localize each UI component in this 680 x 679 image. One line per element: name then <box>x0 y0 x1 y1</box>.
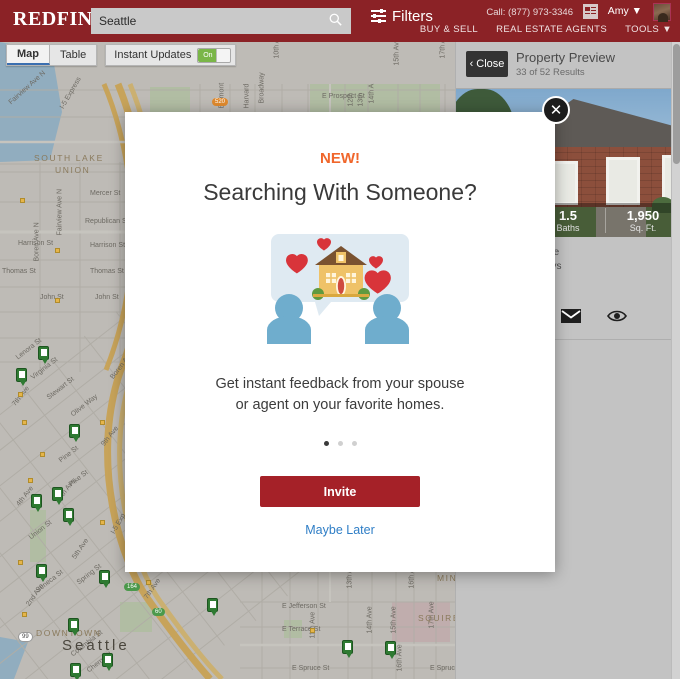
photo-window <box>606 157 640 205</box>
nav-buy-sell[interactable]: BUY & SELL <box>420 24 478 35</box>
avatar[interactable] <box>653 3 671 22</box>
search-button[interactable] <box>320 8 351 34</box>
site-header: REDFIN Filters Call: (877) 973-3346 Amy … <box>0 0 680 42</box>
instant-updates-control[interactable]: Instant Updates On <box>105 44 237 66</box>
app-root: E Prospect St10th Ave E15th Ave E17th Av… <box>0 0 680 679</box>
view-button[interactable] <box>594 303 640 331</box>
nav-tools[interactable]: TOOLS ▼ <box>625 24 672 35</box>
filters-icon <box>371 9 386 23</box>
modal-body: Get instant feedback from your spouse or… <box>125 374 555 416</box>
filters-label: Filters <box>392 8 433 25</box>
panel-results-count: 33 of 52 Results <box>516 67 585 78</box>
user-menu[interactable]: Amy ▼ <box>608 5 642 17</box>
header-nav: BUY & SELL REAL ESTATE AGENTS TOOLS ▼ <box>420 24 672 35</box>
filters-button[interactable]: Filters <box>371 8 433 25</box>
searching-with-someone-modal: ✕ NEW! Searching With Someone? Get insta… <box>125 96 570 572</box>
panel-scrollbar[interactable] <box>671 42 680 679</box>
maybe-later-link[interactable]: Maybe Later <box>125 523 555 537</box>
stat-sqft-label: Sq. Ft. <box>629 223 657 233</box>
toggle-knob <box>216 48 231 62</box>
search-icon <box>329 13 342 29</box>
carousel-dot-3[interactable] <box>351 441 357 446</box>
view-toggle-group: Map Table <box>6 44 98 66</box>
notifications-icon[interactable] <box>583 4 598 19</box>
instant-updates-state: On <box>198 48 218 62</box>
two-people-house-hearts-icon <box>267 234 409 344</box>
instant-updates-label: Instant Updates <box>114 49 192 61</box>
phone-number: Call: (877) 973-3346 <box>486 7 573 18</box>
modal-body-line-1: Get instant feedback from your spouse <box>215 376 465 392</box>
tab-table[interactable]: Table <box>50 45 96 65</box>
new-badge: NEW! <box>320 150 360 167</box>
instant-updates-toggle[interactable]: On <box>197 47 232 63</box>
redfin-logo[interactable]: REDFIN <box>13 8 93 31</box>
stat-sqft-value: 1,950 <box>626 208 660 223</box>
panel-title: Property Preview <box>516 50 615 65</box>
stat-sqft: 1,950 Sq. Ft. <box>606 208 680 233</box>
eye-icon <box>606 309 627 326</box>
nav-real-estate-agents[interactable]: REAL ESTATE AGENTS <box>496 24 607 35</box>
close-panel-button[interactable]: ‹ Close <box>466 51 508 77</box>
map-toolbar: Map Table Instant Updates On <box>6 44 237 66</box>
carousel-dot-1[interactable] <box>323 441 329 446</box>
invite-button[interactable]: Invite <box>260 476 420 507</box>
modal-title: Searching With Someone? <box>203 179 477 205</box>
tab-map[interactable]: Map <box>7 45 50 65</box>
carousel-dots <box>125 441 555 446</box>
modal-body-line-2: or agent on your favorite homes. <box>235 397 445 413</box>
search-input[interactable] <box>91 8 351 34</box>
panel-header: ‹ Close Property Preview 33 of 52 Result… <box>456 42 680 89</box>
envelope-icon <box>560 308 581 326</box>
carousel-dot-2[interactable] <box>337 441 343 446</box>
close-icon[interactable]: ✕ <box>542 96 570 124</box>
scrollbar-thumb[interactable] <box>673 44 680 164</box>
